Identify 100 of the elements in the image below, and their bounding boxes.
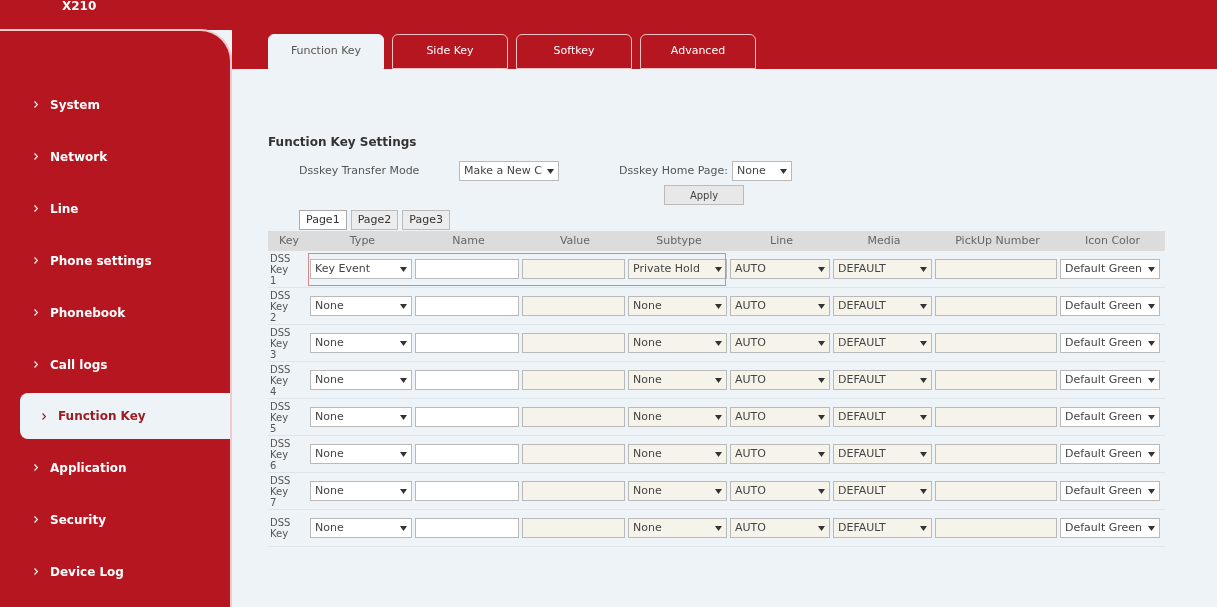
tab[interactable]: Function Key — [268, 34, 384, 69]
subtype-select[interactable]: None — [628, 333, 727, 353]
line-select[interactable]: AUTO — [730, 518, 830, 538]
subtype-select[interactable]: None — [628, 444, 727, 464]
caret-icon — [1148, 340, 1155, 346]
type-select[interactable]: None — [310, 333, 412, 353]
name-field[interactable] — [415, 444, 519, 464]
line-select[interactable]: AUTO — [730, 333, 830, 353]
chevron-icon — [42, 412, 46, 420]
sidebar-item[interactable]: Phonebook — [0, 301, 230, 324]
page-button[interactable]: Page3 — [402, 210, 450, 230]
media-select[interactable]: DEFAULT — [833, 259, 932, 279]
media-select[interactable]: DEFAULT — [833, 407, 932, 427]
key-cell-text: DSS Key 2 — [269, 289, 292, 323]
column-header: Name — [451, 232, 486, 249]
key-cell-text: DSS Key 6 — [269, 437, 292, 471]
column-header: Subtype — [655, 232, 703, 249]
sidebar-item[interactable]: Call logs — [0, 353, 230, 376]
type-select[interactable]: None — [310, 444, 412, 464]
media-select[interactable]: DEFAULT — [833, 296, 932, 316]
chevron-icon — [34, 153, 38, 160]
pickup-number-field[interactable] — [935, 481, 1057, 501]
type-select[interactable]: None — [310, 370, 412, 390]
tab[interactable]: Advanced — [640, 34, 756, 69]
sidebar-item[interactable]: Security — [0, 508, 230, 531]
pickup-number-field[interactable] — [935, 259, 1057, 279]
name-field[interactable] — [415, 296, 519, 316]
subtype-select[interactable]: None — [628, 407, 727, 427]
value-field[interactable] — [522, 444, 625, 464]
type-select[interactable]: Key Event — [310, 259, 412, 279]
value-field[interactable] — [522, 259, 625, 279]
pickup-number-field[interactable] — [935, 296, 1057, 316]
icon-color-select[interactable]: Default Green — [1060, 481, 1160, 501]
icon-color-select[interactable]: Default Green — [1060, 370, 1160, 390]
type-select[interactable]: None — [310, 481, 412, 501]
type-select[interactable]: None — [310, 296, 412, 316]
page-button[interactable]: Page1 — [299, 210, 347, 230]
sidebar-item[interactable]: Line — [0, 197, 230, 220]
icon-color-select[interactable]: Default Green — [1060, 518, 1160, 538]
transfer-mode-select[interactable]: Make a New C — [459, 161, 559, 181]
name-field[interactable] — [415, 370, 519, 390]
icon-color-select[interactable]: Default Green — [1060, 333, 1160, 353]
line-select[interactable]: AUTO — [730, 370, 830, 390]
apply-button[interactable]: Apply — [664, 185, 744, 205]
home-page-select[interactable]: None — [732, 161, 792, 181]
name-field[interactable] — [415, 481, 519, 501]
sidebar-item[interactable]: Function Key — [20, 393, 230, 439]
column-header: Icon Color — [1083, 232, 1142, 249]
line-select[interactable]: AUTO — [730, 296, 830, 316]
sidebar-item[interactable]: Application — [0, 456, 230, 479]
type-select[interactable]: None — [310, 518, 412, 538]
caret-icon — [715, 340, 722, 346]
pickup-number-field[interactable] — [935, 518, 1057, 538]
media-select[interactable]: DEFAULT — [833, 444, 932, 464]
pickup-number-field[interactable] — [935, 370, 1057, 390]
icon-color-select[interactable]: Default Green — [1060, 444, 1160, 464]
subtype-select[interactable]: None — [628, 518, 727, 538]
sidebar-item[interactable]: System — [0, 93, 230, 116]
tab[interactable]: Side Key — [392, 34, 508, 69]
icon-color-select[interactable]: Default Green — [1060, 407, 1160, 427]
value-field[interactable] — [522, 518, 625, 538]
caret-icon — [400, 451, 407, 457]
name-field[interactable] — [415, 259, 519, 279]
subtype-select[interactable]: None — [628, 370, 727, 390]
line-select[interactable]: AUTO — [730, 407, 830, 427]
transfer-mode-label: Dsskey Transfer Mode — [299, 162, 421, 179]
caret-icon — [1148, 451, 1155, 457]
key-cell-text: DSS Key — [269, 517, 292, 539]
line-select[interactable]: AUTO — [730, 259, 830, 279]
media-select[interactable]: DEFAULT — [833, 370, 932, 390]
name-field[interactable] — [415, 333, 519, 353]
subtype-select[interactable]: None — [628, 481, 727, 501]
value-field[interactable] — [522, 370, 625, 390]
media-select[interactable]: DEFAULT — [833, 518, 932, 538]
media-select[interactable]: DEFAULT — [833, 333, 932, 353]
sidebar-item[interactable]: Device Log — [0, 560, 230, 583]
column-header: Key — [278, 232, 300, 249]
value-field[interactable] — [522, 296, 625, 316]
type-select[interactable]: None — [310, 407, 412, 427]
value-field[interactable] — [522, 333, 625, 353]
name-field[interactable] — [415, 407, 519, 427]
subtype-select[interactable]: None — [628, 296, 727, 316]
page-button[interactable]: Page2 — [350, 210, 399, 230]
line-select[interactable]: AUTO — [730, 481, 830, 501]
caret-icon — [920, 266, 927, 272]
pickup-number-field[interactable] — [935, 407, 1057, 427]
line-select[interactable]: AUTO — [730, 444, 830, 464]
value-field[interactable] — [522, 407, 625, 427]
chevron-icon — [34, 205, 38, 212]
tab[interactable]: Softkey — [516, 34, 632, 69]
subtype-select[interactable]: Private Hold — [628, 259, 727, 279]
value-field[interactable] — [522, 481, 625, 501]
media-select[interactable]: DEFAULT — [833, 481, 932, 501]
sidebar-item[interactable]: Phone settings — [0, 249, 230, 272]
pickup-number-field[interactable] — [935, 333, 1057, 353]
icon-color-select[interactable]: Default Green — [1060, 259, 1160, 279]
sidebar-item[interactable]: Network — [0, 145, 230, 168]
pickup-number-field[interactable] — [935, 444, 1057, 464]
icon-color-select[interactable]: Default Green — [1060, 296, 1160, 316]
name-field[interactable] — [415, 518, 519, 538]
